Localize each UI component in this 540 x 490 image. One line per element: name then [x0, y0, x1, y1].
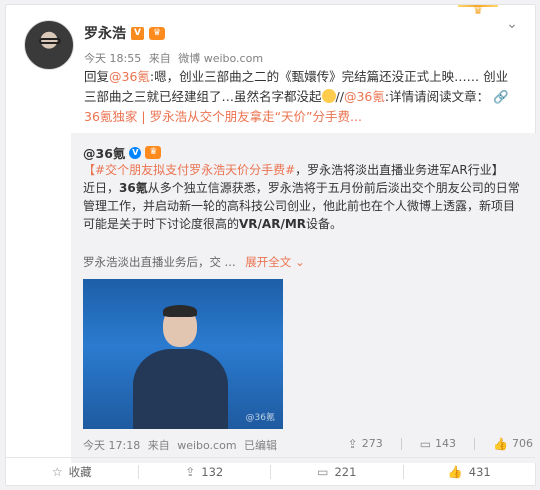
quote-body-bold-2: VR/AR/MR [239, 217, 307, 231]
avatar[interactable] [24, 20, 74, 70]
quote-body-bold: 36氪 [119, 181, 148, 195]
quote-summary: 罗永浩淡出直播业务后，交 ... 展开全文 ⌄ [83, 254, 305, 270]
quote-repost-button[interactable]: ⇪ 273 [348, 437, 383, 450]
link-icon: 🔗 [493, 89, 509, 104]
quote-bracket: 【 [83, 163, 96, 177]
quote-meta: 今天 17:18 来自 weibo.com 已编辑 [83, 439, 281, 452]
avatar-glasses [39, 38, 61, 44]
quote-headline: ，罗永浩将淡出直播业务进军AR行业】 [295, 163, 504, 177]
favorite-button[interactable]: ☆ 收藏 [6, 464, 138, 480]
thumbs-up-icon: 👍 [447, 464, 463, 479]
quote-comment-count: 143 [435, 437, 457, 450]
quote-body-pre: 近日， [83, 181, 120, 195]
comment-icon: ▭ [317, 464, 329, 479]
divider [474, 437, 476, 450]
repost-button[interactable]: ⇪ 132 [139, 465, 271, 479]
article-link-text: 36氪独家 | 罗永浩从交个朋友拿走“天价”分手费... [84, 109, 362, 124]
mention-link-2[interactable]: @36氪 [344, 89, 385, 104]
photo-person-hair [163, 305, 197, 317]
star-icon: ☆ [51, 464, 63, 479]
repost-separator: // [335, 89, 344, 104]
quote-like-button[interactable]: 👍 706 [493, 437, 533, 450]
quoted-post: @36氪 V ♛ 【#交个朋友拟支付罗永浩天价分手费#，罗永浩将淡出直播业务进军… [71, 133, 537, 463]
comment-count: 221 [334, 464, 357, 479]
post-body-2: :详情请阅读文章： [384, 89, 490, 104]
like-button[interactable]: 👍 431 [404, 465, 536, 479]
divider [400, 437, 402, 450]
quote-actions: ⇪ 273 ▭ 143 👍 706 [348, 437, 533, 450]
thumbs-up-icon: 👍 [493, 436, 508, 451]
quote-footer: 今天 17:18 来自 weibo.com 已编辑 ⇪ 273 ▭ 143 👍 [83, 437, 533, 453]
weibo-card: ♛ ⌄ 罗永浩 V ♛ 今天 18:55 来自 微博 weibo.com 回复@… [5, 4, 537, 486]
repost-icon: ⇪ [347, 436, 358, 451]
quote-text: 【#交个朋友拟支付罗永浩天价分手费#，罗永浩将淡出直播业务进军AR行业】 近日，… [83, 161, 523, 233]
chevron-down-icon[interactable]: ⌄ [503, 15, 521, 33]
quote-repost-count: 273 [361, 437, 383, 450]
repost-icon: ⇪ [185, 464, 196, 479]
like-count: 431 [468, 464, 491, 479]
author-name[interactable]: 罗永浩 [84, 23, 126, 43]
quote-author-row: @36氪 V ♛ [83, 143, 162, 162]
comment-button[interactable]: ▭ 221 [271, 465, 403, 479]
reply-prefix: 回复 [84, 69, 110, 84]
expand-chevron-icon: ⌄ [294, 255, 305, 269]
quote-edited[interactable]: 已编辑 [244, 439, 277, 452]
post-meta: 今天 18:55 来自 微博 weibo.com [84, 50, 267, 66]
quote-source-prefix: 来自 [147, 439, 170, 452]
quote-comment-button[interactable]: ▭ 143 [420, 437, 456, 450]
crown-decoration: ♛ [458, 5, 498, 17]
repost-count: 132 [201, 464, 224, 479]
quote-crown-icon: ♛ [145, 146, 162, 159]
photo-person-body [133, 349, 228, 429]
crying-emoji-icon [321, 89, 336, 103]
post-source-prefix: 来自 [148, 52, 171, 65]
expand-label: 展开全文 [245, 255, 292, 269]
quote-like-count: 706 [512, 437, 533, 450]
quote-summary-text: 罗永浩淡出直播业务后，交 ... [83, 255, 236, 269]
post-photo[interactable]: @36氪 [83, 279, 283, 429]
verified-badge-icon: V [131, 26, 144, 40]
post-time[interactable]: 今天 18:55 [84, 52, 141, 65]
comment-icon: ▭ [419, 436, 432, 451]
quote-source[interactable]: weibo.com [177, 439, 236, 452]
expand-link[interactable]: 展开全文 ⌄ [245, 255, 304, 269]
member-crown-icon: ♛ [149, 26, 165, 40]
blue-verified-icon: V [129, 146, 142, 159]
quote-time[interactable]: 今天 17:18 [83, 439, 140, 452]
action-bar: ☆ 收藏 ⇪ 132 ▭ 221 👍 431 [6, 457, 535, 485]
favorite-label: 收藏 [68, 464, 92, 479]
quote-hashtag[interactable]: #交个朋友拟支付罗永浩天价分手费# [95, 163, 295, 177]
photo-watermark: @36氪 [245, 413, 275, 423]
post-source[interactable]: 微博 weibo.com [178, 52, 263, 65]
quote-author-name[interactable]: @36氪 [83, 143, 125, 162]
post-text: 回复@36氪:嗯，创业三部曲之二的《甄嬛传》完结篇还没正式上映…… 创业三部曲之… [84, 67, 514, 127]
mention-link[interactable]: @36氪 [109, 69, 150, 84]
quote-body-2: 设备。 [306, 217, 343, 231]
author-row: 罗永浩 V ♛ [84, 23, 165, 43]
